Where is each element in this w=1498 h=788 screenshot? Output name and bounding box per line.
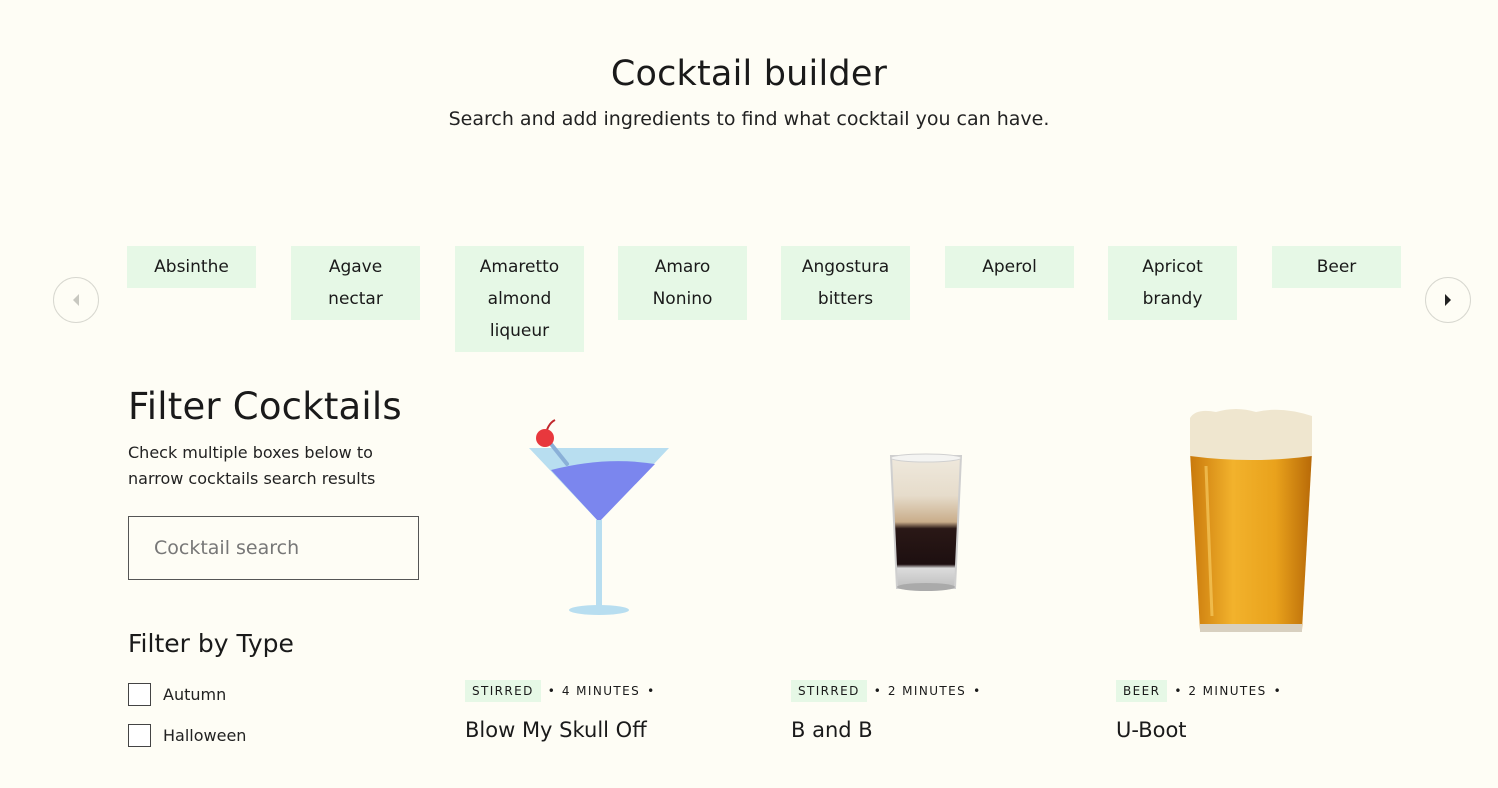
- shot-glass-icon: [889, 453, 963, 591]
- cocktail-image: [791, 400, 1091, 650]
- carousel-prev-button[interactable]: [53, 277, 99, 323]
- cocktail-name[interactable]: B and B: [791, 718, 873, 742]
- carousel-next-button[interactable]: [1425, 277, 1471, 323]
- checkbox[interactable]: [128, 723, 151, 747]
- page-title: Cocktail builder: [610, 54, 888, 94]
- ingredient-carousel: Absinthe Agave nectar Amaretto almond li…: [0, 246, 1498, 356]
- checkbox[interactable]: [128, 682, 151, 706]
- filter-type-autumn[interactable]: Autumn: [128, 682, 428, 706]
- method-badge: BEER: [1116, 680, 1168, 702]
- prep-time: 4 MINUTES: [561, 684, 641, 698]
- cocktail-image: [1116, 400, 1416, 650]
- page-header: Cocktail builder Search and add ingredie…: [0, 52, 1498, 130]
- ingredient-chip[interactable]: Angostura bitters: [781, 246, 910, 320]
- method-badge: STIRRED: [791, 680, 867, 702]
- ingredient-chip[interactable]: Absinthe: [127, 246, 256, 288]
- martini-glass-icon: [529, 419, 669, 615]
- cocktail-image: [465, 400, 765, 650]
- cocktail-name[interactable]: Blow My Skull Off: [465, 718, 647, 742]
- separator-dot: •: [647, 684, 655, 698]
- checkbox-label: Autumn: [163, 684, 227, 704]
- separator-dot: •: [873, 684, 881, 698]
- beer-pint-icon: [1190, 409, 1312, 632]
- chevron-left-icon: [73, 294, 79, 306]
- filter-description: Check multiple boxes below to narrow coc…: [128, 443, 376, 488]
- prep-time: 2 MINUTES: [887, 684, 967, 698]
- ingredient-chip[interactable]: Amaro Nonino: [618, 246, 747, 320]
- filter-title: Filter Cocktails: [128, 385, 402, 428]
- separator-dot: •: [1273, 684, 1281, 698]
- filter-panel: Filter Cocktails Check multiple boxes be…: [128, 384, 428, 764]
- ingredient-chip[interactable]: Apricot brandy: [1108, 246, 1237, 320]
- cocktail-card[interactable]: STIRRED • 4 MINUTES • Blow My Skull Off: [465, 400, 765, 742]
- cocktail-name[interactable]: U-Boot: [1116, 718, 1187, 742]
- page-subtitle: Search and add ingredients to find what …: [448, 108, 1050, 130]
- filter-type-title: Filter by Type: [128, 629, 294, 658]
- prep-time: 2 MINUTES: [1188, 684, 1267, 698]
- ingredient-chip[interactable]: Agave nectar: [291, 246, 420, 320]
- cocktail-card[interactable]: BEER • 2 MINUTES • U-Boot: [1116, 400, 1416, 742]
- cocktail-meta: STIRRED • 4 MINUTES •: [465, 680, 661, 702]
- filter-type-halloween[interactable]: Halloween: [128, 723, 428, 747]
- filter-type-list: Autumn Halloween: [128, 682, 428, 747]
- separator-dot: •: [1174, 684, 1182, 698]
- cocktail-meta: STIRRED • 2 MINUTES •: [791, 680, 987, 702]
- checkbox-label: Halloween: [163, 725, 247, 745]
- chevron-right-icon: [1445, 294, 1451, 306]
- cocktail-card[interactable]: STIRRED • 2 MINUTES • B and B: [791, 400, 1091, 742]
- ingredient-chip[interactable]: Amaretto almond liqueur: [455, 246, 584, 352]
- method-badge: STIRRED: [465, 680, 541, 702]
- cocktail-meta: BEER • 2 MINUTES •: [1116, 680, 1288, 702]
- separator-dot: •: [547, 684, 555, 698]
- ingredient-chip[interactable]: Aperol: [945, 246, 1074, 288]
- ingredient-chip[interactable]: Beer: [1272, 246, 1401, 288]
- separator-dot: •: [973, 684, 981, 698]
- cocktail-search-input[interactable]: [128, 516, 419, 580]
